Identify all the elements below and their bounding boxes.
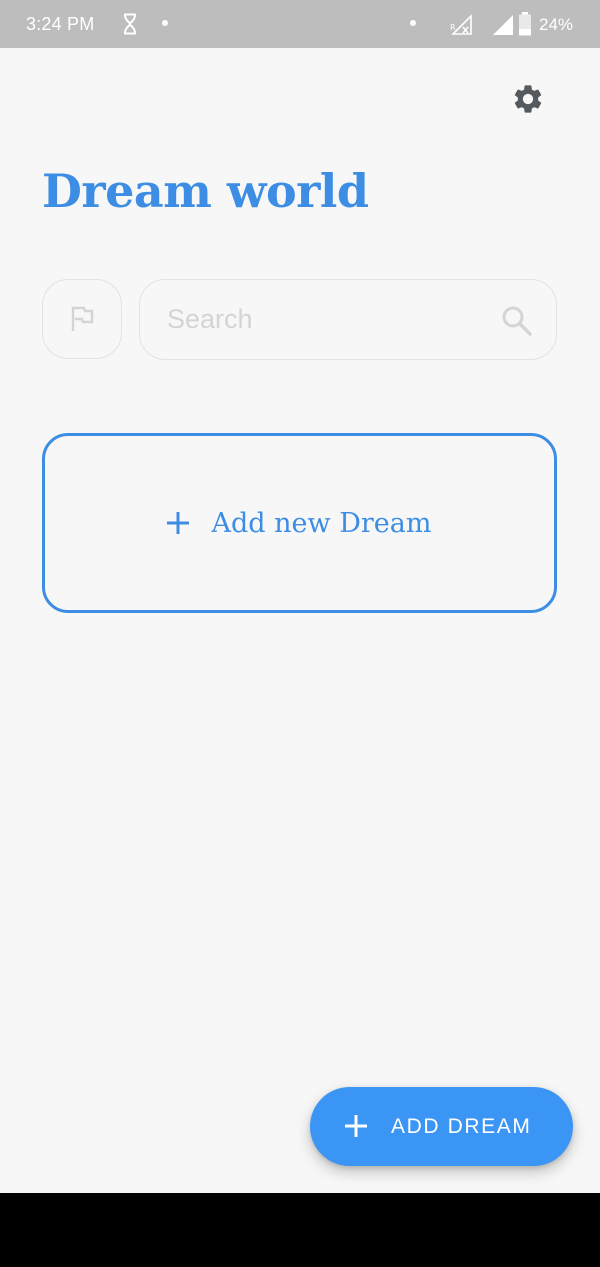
plus-icon [343,1113,369,1139]
svg-text:R: R [450,23,456,32]
notification-dot-icon [162,20,168,26]
settings-button[interactable] [505,76,551,122]
battery-icon [518,12,532,36]
add-new-dream-content: Add new Dream [164,507,432,539]
flag-filter-button[interactable] [42,279,122,359]
search-box[interactable] [139,279,557,360]
page-title: Dream world [42,164,369,218]
dot-icon [410,20,416,26]
add-new-dream-card[interactable]: Add new Dream [42,433,557,613]
signal-icon [492,14,514,36]
app-screen: 3:24 PM R 24% Dream world Search Add new… [0,0,600,1193]
status-time: 3:24 PM [26,14,95,34]
signal-roaming-icon: R [449,14,473,36]
hourglass-icon [122,13,138,35]
search-icon[interactable] [500,304,534,338]
battery-percent: 24% [539,15,574,34]
gear-icon [511,82,545,116]
plus-icon [164,509,192,537]
add-dream-fab-label: ADD DREAM [391,1115,532,1138]
status-bar: 3:24 PM R 24% [0,0,600,48]
flag-icon [67,304,97,334]
add-dream-fab[interactable]: ADD DREAM [310,1087,573,1166]
search-input[interactable] [167,280,487,358]
add-new-dream-label: Add new Dream [211,507,432,539]
